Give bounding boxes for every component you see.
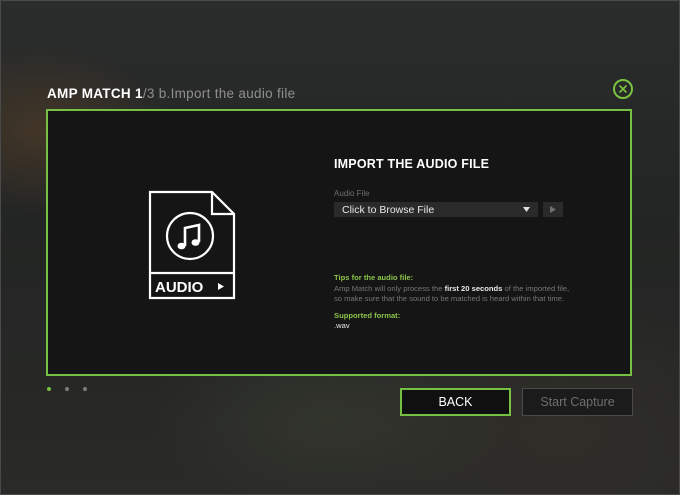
import-panel: AUDIO IMPORT THE AUDIO FILE Audio File C… [46,109,632,376]
close-icon [619,85,627,93]
format-heading: Supported format: [334,310,401,320]
browse-file-select[interactable]: Click to Browse File [334,202,538,217]
close-button[interactable] [613,79,633,99]
page-title-step: /3 b.Import the audio file [142,86,296,101]
tips-line-1-pre: Amp Match will only process the [334,283,445,293]
import-form: IMPORT THE AUDIO FILE Audio File Click t… [334,157,624,217]
format-value: .wav [334,321,350,330]
tips-line-1-post: of the imported file, [502,283,570,293]
step-dot-1 [47,387,51,391]
audio-icon-label: AUDIO [155,279,204,296]
step-dot-3 [83,387,87,391]
browse-file-value: Click to Browse File [342,203,435,216]
tips-heading: Tips for the audio file: [334,273,414,282]
step-dot-2 [65,387,69,391]
play-triangle-icon [218,283,224,290]
music-note-icon [177,223,201,250]
page-title: AMP MATCH 1/3 b.Import the audio file [47,86,295,101]
chevron-down-icon [523,207,530,212]
back-button[interactable]: BACK [400,388,511,416]
audio-file-label: Audio File [334,189,370,198]
start-capture-button[interactable]: Start Capture [522,388,633,416]
page-title-main: AMP MATCH 1 [47,86,143,101]
tips-section: Tips for the audio file: Amp Match will … [334,273,626,332]
audio-file-icon: AUDIO [148,190,236,300]
audio-file-row: Click to Browse File [334,202,624,217]
tips-line-2: so make sure that the sound to be matche… [334,294,565,303]
tips-highlight: first 20 seconds [444,283,503,293]
play-icon [550,206,556,213]
step-indicator [47,387,87,391]
tips-line-1: Amp Match will only process the first 20… [334,284,626,295]
play-button[interactable] [543,202,563,217]
section-title: IMPORT THE AUDIO FILE [334,157,490,171]
